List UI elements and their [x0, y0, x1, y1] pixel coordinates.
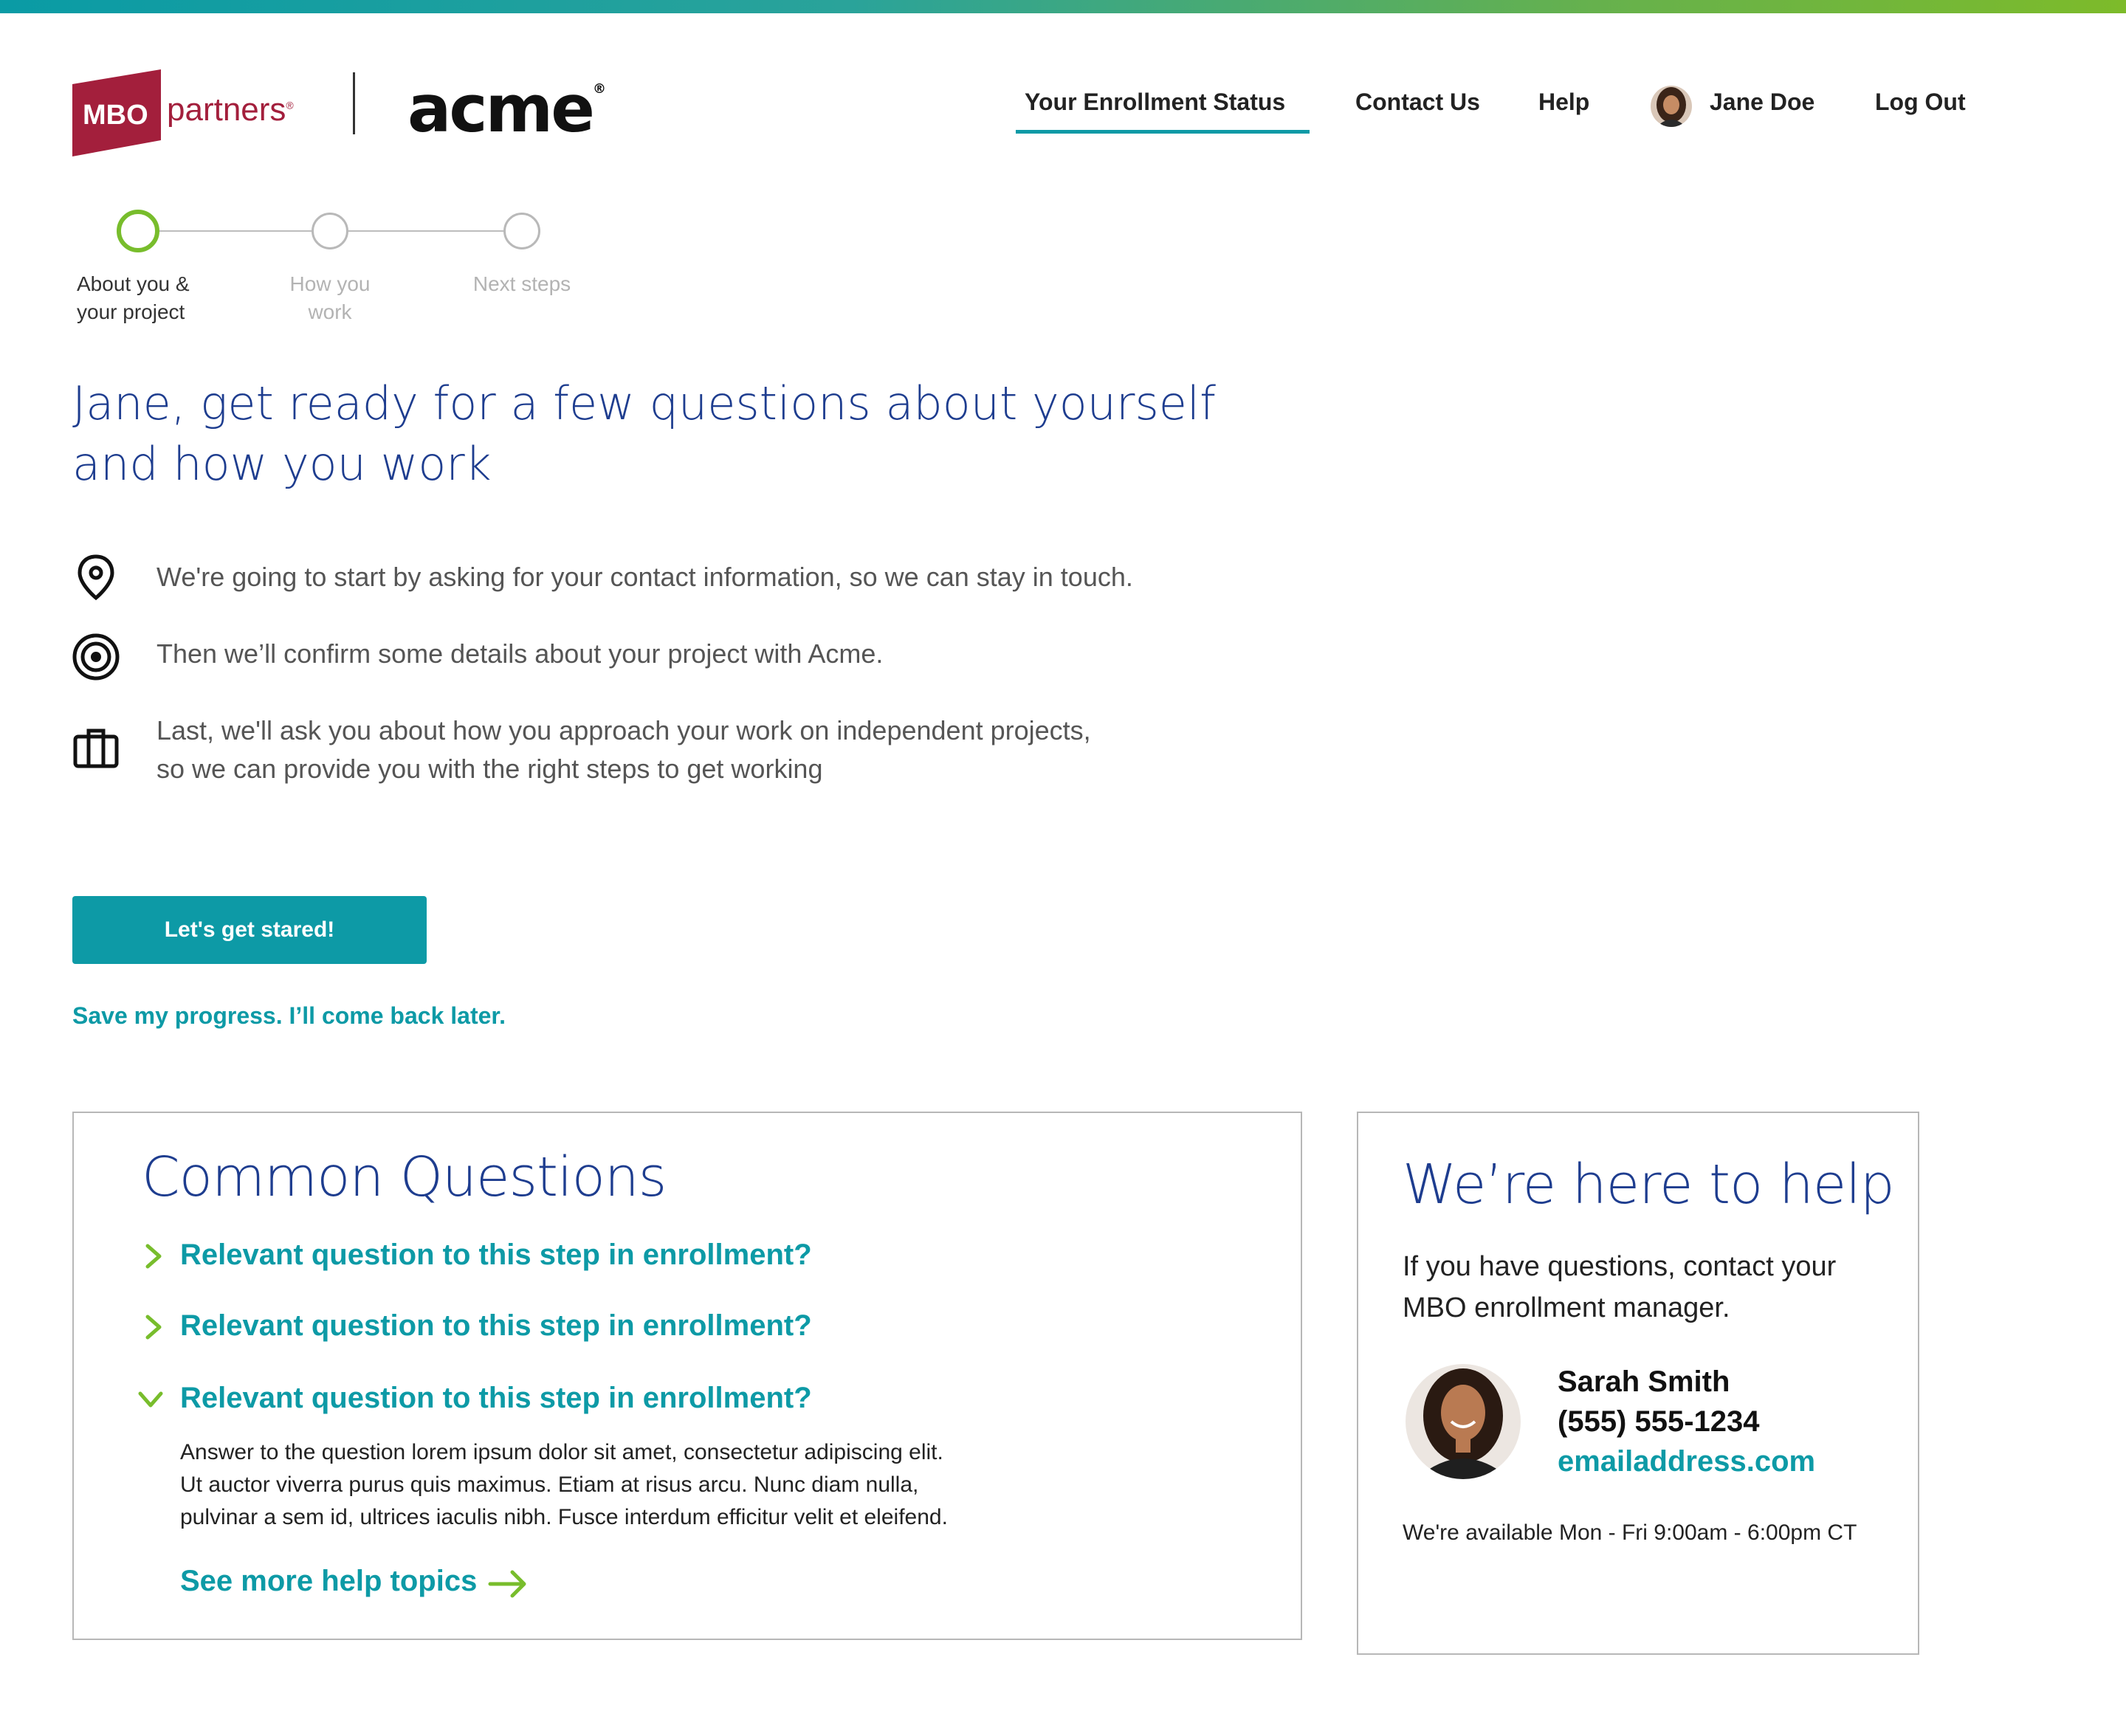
save-progress-link[interactable]: Save my progress. I’ll come back later. [72, 1002, 506, 1030]
manager-phone[interactable]: (555) 555-1234 [1558, 1405, 1760, 1439]
info-work-line2: so we can provide you with the right ste… [156, 754, 823, 784]
help-card: We’re here to help If you have questions… [1357, 1112, 1919, 1655]
nav-help[interactable]: Help [1538, 89, 1589, 116]
nav-enrollment-status[interactable]: Your Enrollment Status [1025, 89, 1285, 116]
availability-hours: We're available Mon - Fri 9:00am - 6:00p… [1403, 1520, 1857, 1545]
mbo-partners-logo[interactable]: MBO partners® [72, 69, 309, 158]
nav-contact-us[interactable]: Contact Us [1355, 89, 1480, 116]
location-pin-icon [78, 554, 114, 601]
stepper-connector [137, 230, 312, 232]
page-title: Jane, get ready for a few questions abou… [72, 376, 1216, 491]
step-3-indicator [503, 213, 540, 249]
stepper-connector [348, 230, 503, 232]
step-2-label: How you work [275, 270, 385, 326]
user-avatar[interactable] [1651, 86, 1692, 127]
step-2-label-line1: How you [289, 272, 371, 295]
faq-answer-line: Ut auctor viverra purus quis maximus. Et… [180, 1472, 919, 1497]
faq-question-3[interactable]: Relevant question to this step in enroll… [180, 1382, 812, 1415]
svg-text:MBO: MBO [83, 100, 148, 131]
help-intro: If you have questions, contact your MBO … [1403, 1251, 1837, 1323]
mbo-flag-icon: MBO [72, 69, 161, 156]
step-1-label: About you & your project [77, 270, 190, 326]
common-questions-title: Common Questions [142, 1146, 667, 1209]
step-2-label-line2: work [308, 300, 352, 323]
see-more-help-link[interactable]: See more help topics [180, 1565, 477, 1598]
manager-email-link[interactable]: emailaddress.com [1558, 1445, 1815, 1478]
briefcase-icon [73, 728, 119, 768]
help-title: We’re here to help [1403, 1153, 1895, 1216]
user-avatar-icon [1651, 86, 1692, 127]
faq-answer-line: Answer to the question lorem ipsum dolor… [180, 1440, 943, 1464]
faq-question-1[interactable]: Relevant question to this step in enroll… [180, 1239, 812, 1272]
info-project-text: Then we’ll confirm some details about yo… [156, 638, 884, 669]
step-1-label-line1: About you & [77, 272, 190, 295]
faq-question-2[interactable]: Relevant question to this step in enroll… [180, 1309, 812, 1343]
mbo-partners-wordmark: partners® [167, 92, 294, 128]
mbo-word-text: partners [167, 92, 286, 128]
info-work-text: Last, we'll ask you about how you approa… [156, 712, 1091, 788]
chevron-right-icon[interactable] [140, 1314, 167, 1340]
arrow-right-icon[interactable] [487, 1569, 529, 1599]
step-1-label-line2: your project [77, 300, 185, 323]
info-work-line1: Last, we'll ask you about how you approa… [156, 715, 1091, 745]
step-1-indicator [117, 210, 159, 252]
chevron-right-icon[interactable] [140, 1243, 167, 1270]
manager-photo-icon [1406, 1364, 1521, 1479]
faq-answer-3: Answer to the question lorem ipsum dolor… [180, 1436, 1066, 1534]
get-started-button[interactable]: Let's get stared! [72, 896, 427, 964]
logo-divider [353, 72, 355, 134]
nav-user-name[interactable]: Jane Doe [1710, 89, 1814, 116]
acme-wordmark: acme [407, 71, 595, 147]
info-contact-text: We're going to start by asking for your … [156, 562, 1133, 592]
nav-active-indicator [1016, 130, 1310, 134]
acme-logo: acme® [407, 71, 606, 147]
manager-name: Sarah Smith [1558, 1365, 1730, 1398]
top-accent-bar [0, 0, 2126, 13]
faq-answer-line: pulvinar a sem id, ultrices iaculis nibh… [180, 1505, 948, 1529]
step-3-label: Next steps [459, 270, 585, 298]
common-questions-card: Common Questions Relevant question to th… [72, 1112, 1302, 1640]
nav-log-out[interactable]: Log Out [1875, 89, 1966, 116]
chevron-down-icon[interactable] [137, 1386, 164, 1413]
step-3-label-line1: Next steps [472, 272, 571, 295]
step-2-indicator [312, 213, 348, 249]
enrollment-manager-photo [1406, 1364, 1521, 1479]
target-icon [72, 633, 120, 681]
